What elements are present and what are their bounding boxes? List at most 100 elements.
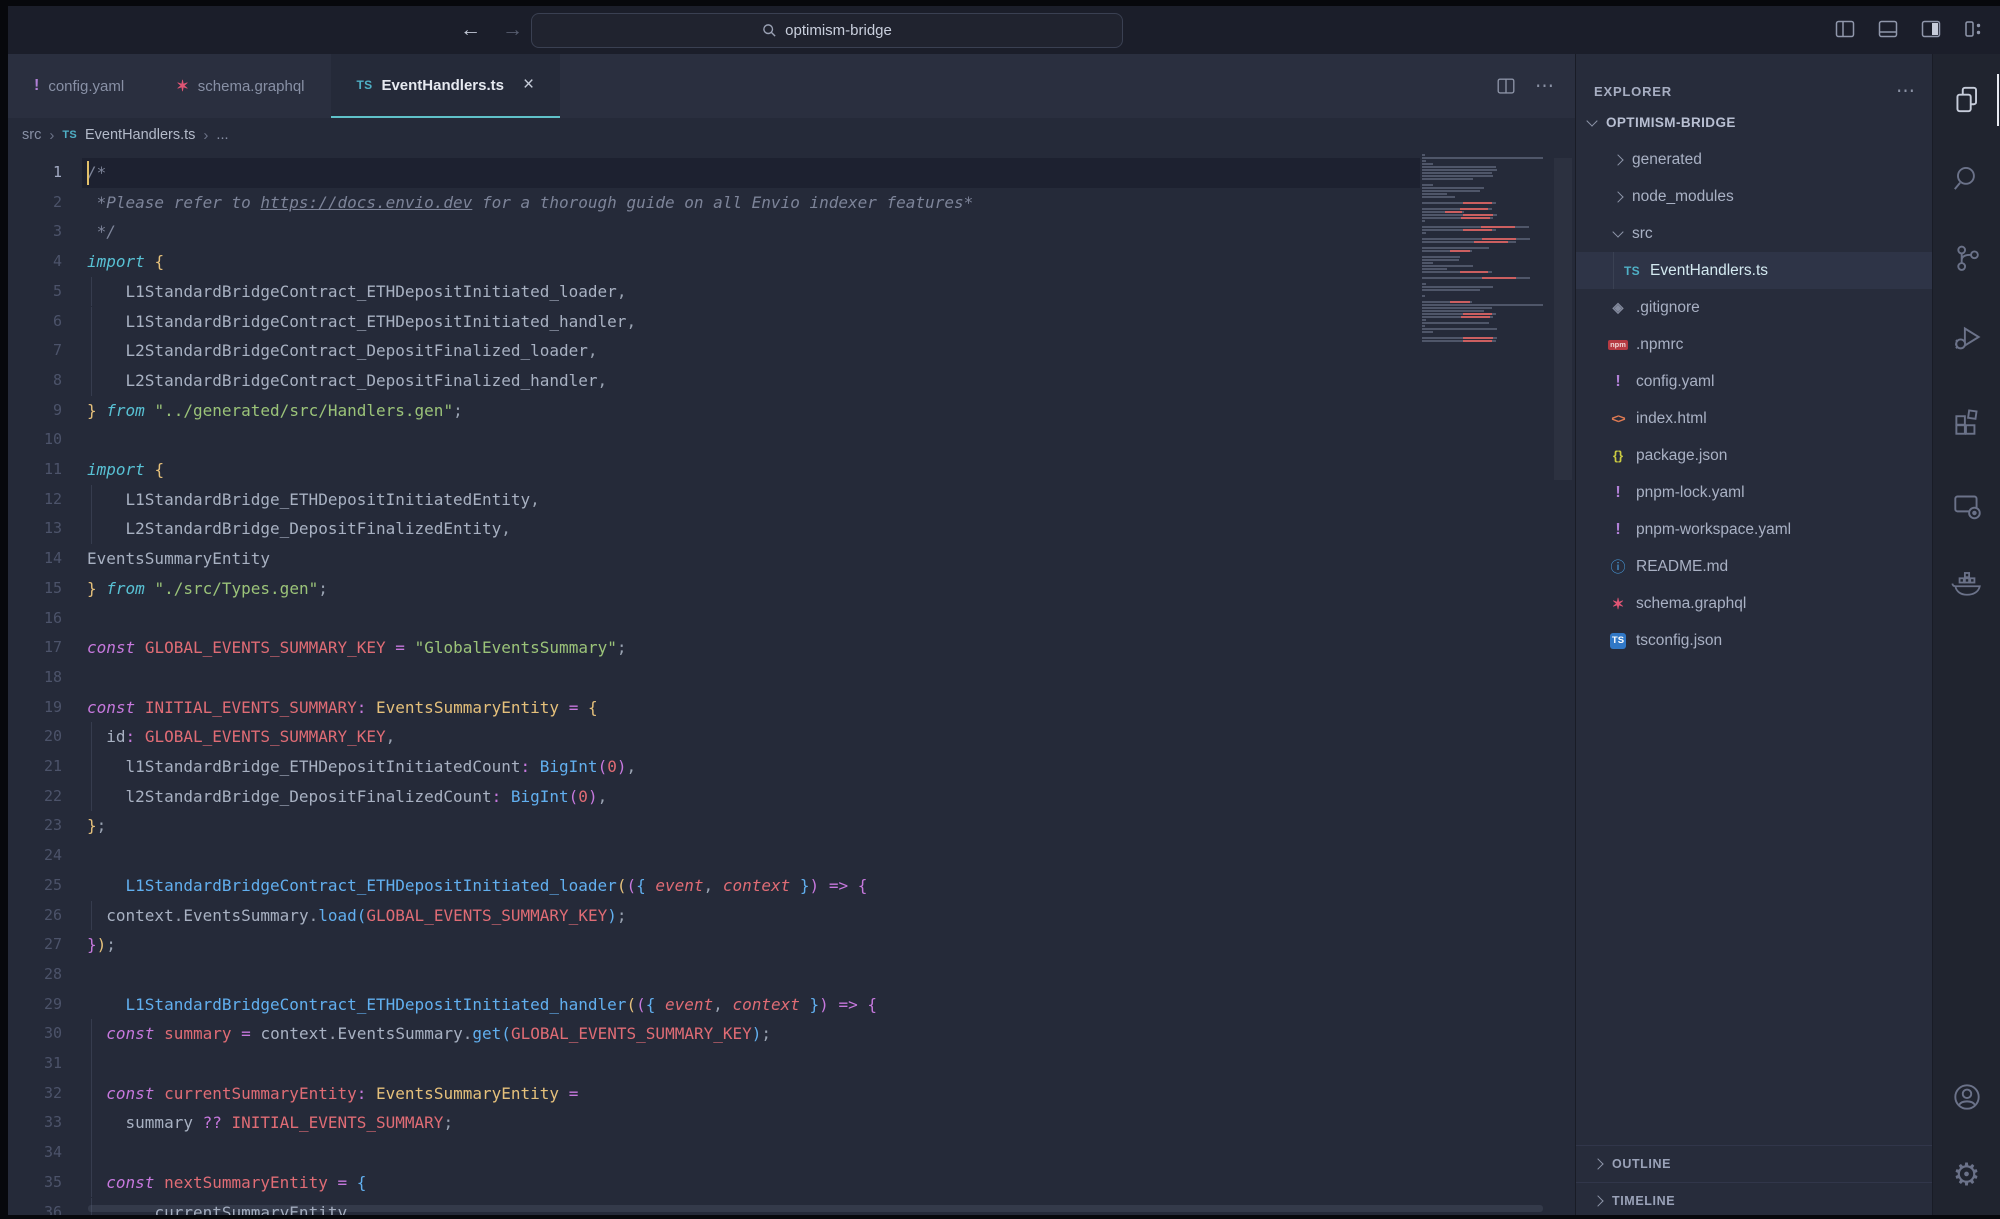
code-line[interactable]: 12 L1StandardBridge_ETHDepositInitiatedE… xyxy=(8,485,1420,515)
tab-label: schema.graphql xyxy=(198,78,305,95)
code-line[interactable]: 13 L2StandardBridge_DepositFinalizedEnti… xyxy=(8,514,1420,544)
line-number: 16 xyxy=(8,604,62,634)
code-line[interactable]: 11import { xyxy=(8,455,1420,485)
run-debug-icon[interactable] xyxy=(1950,320,1984,354)
code-line[interactable]: 20 id: GLOBAL_EVENTS_SUMMARY_KEY, xyxy=(8,722,1420,752)
code-line[interactable]: 14EventsSummaryEntity xyxy=(8,544,1420,574)
toggle-panel-icon[interactable] xyxy=(1876,17,1900,41)
code-line[interactable]: 27}); xyxy=(8,930,1420,960)
tree-indent-guide xyxy=(1613,252,1614,289)
code-line[interactable]: 3 */ xyxy=(8,217,1420,247)
tree-item-pnpm-lock.yaml[interactable]: !pnpm-lock.yaml xyxy=(1576,474,1932,511)
remote-explorer-icon[interactable] xyxy=(1950,488,1984,522)
outline-section-header[interactable]: OUTLINE xyxy=(1576,1145,1932,1182)
explorer-icon[interactable] xyxy=(1950,83,1984,117)
navigate-back-icon[interactable]: ← xyxy=(460,17,481,43)
code-line[interactable]: 25 L1StandardBridgeContract_ETHDepositIn… xyxy=(8,871,1420,901)
code-line[interactable]: 7 L2StandardBridgeContract_DepositFinali… xyxy=(8,336,1420,366)
source-control-icon[interactable] xyxy=(1950,241,1984,275)
breadcrumb-item[interactable]: EventHandlers.ts xyxy=(85,127,195,143)
tree-item-label: pnpm-workspace.yaml xyxy=(1636,521,1791,539)
tree-item-generated[interactable]: generated xyxy=(1576,141,1932,178)
close-tab-icon[interactable]: × xyxy=(523,74,534,96)
code-line[interactable]: 16 xyxy=(8,604,1420,634)
customize-layout-icon[interactable] xyxy=(1962,17,1986,41)
code-text: const nextSummaryEntity = { xyxy=(87,1168,366,1198)
yaml-warning-icon: ! xyxy=(1615,484,1620,502)
tab-schema.graphql[interactable]: ✶schema.graphql xyxy=(150,54,330,118)
search-icon[interactable] xyxy=(1950,161,1984,195)
code-line[interactable]: 15} from "./src/Types.gen"; xyxy=(8,574,1420,604)
settings-gear-icon[interactable]: ⚙ xyxy=(1953,1158,1981,1192)
vertical-scrollbar[interactable] xyxy=(1554,158,1572,480)
code-line[interactable]: 17const GLOBAL_EVENTS_SUMMARY_KEY = "Glo… xyxy=(8,633,1420,663)
tree-item-.npmrc[interactable]: npm.npmrc xyxy=(1576,326,1932,363)
account-icon[interactable] xyxy=(1950,1080,1984,1114)
yaml-warning-icon: ! xyxy=(1615,521,1620,539)
command-center-search[interactable]: optimism-bridge xyxy=(531,13,1123,48)
docker-icon[interactable] xyxy=(1950,565,1984,599)
code-text: L1StandardBridgeContract_ETHDepositIniti… xyxy=(87,871,867,901)
code-line[interactable]: 1/* xyxy=(8,158,1420,188)
tree-item-pnpm-workspace.yaml[interactable]: ! pnpm-workspace.yaml xyxy=(1576,511,1932,548)
navigate-forward-icon[interactable]: → xyxy=(502,17,523,43)
breadcrumb-item[interactable]: ... xyxy=(216,127,228,143)
minimap[interactable] xyxy=(1420,152,1554,352)
more-actions-icon[interactable]: ⋯ xyxy=(1535,75,1555,98)
tree-item-config.yaml[interactable]: !config.yaml xyxy=(1576,363,1932,400)
explorer-more-actions-icon[interactable]: ⋯ xyxy=(1896,80,1916,103)
code-line[interactable]: 8 L2StandardBridgeContract_DepositFinali… xyxy=(8,366,1420,396)
code-line[interactable]: 18 xyxy=(8,663,1420,693)
tree-item-EventHandlers.ts[interactable]: TSEventHandlers.ts xyxy=(1576,252,1932,289)
timeline-section-header[interactable]: TIMELINE xyxy=(1576,1182,1932,1219)
breadcrumb-item[interactable]: src xyxy=(22,127,41,143)
gitignore-icon: ◈ xyxy=(1613,299,1624,316)
line-number: 26 xyxy=(8,901,62,931)
code-line[interactable]: 2 *Please refer to https://docs.envio.de… xyxy=(8,188,1420,218)
code-line[interactable]: 35 const nextSummaryEntity = { xyxy=(8,1168,1420,1198)
code-line[interactable]: 33 summary ?? INITIAL_EVENTS_SUMMARY; xyxy=(8,1108,1420,1138)
tree-item-README.md[interactable]: ⓘREADME.md xyxy=(1576,548,1932,585)
tree-item-src[interactable]: src xyxy=(1576,215,1932,252)
code-line[interactable]: 9} from "../generated/src/Handlers.gen"; xyxy=(8,396,1420,426)
tree-item-index.html[interactable]: <>index.html xyxy=(1576,400,1932,437)
code-line[interactable]: 34 xyxy=(8,1138,1420,1168)
code-line[interactable]: 4import { xyxy=(8,247,1420,277)
code-line[interactable]: 30 const summary = context.EventsSummary… xyxy=(8,1019,1420,1049)
tree-item-node_modules[interactable]: node_modules xyxy=(1576,178,1932,215)
code-text: } from "../generated/src/Handlers.gen"; xyxy=(87,396,463,426)
toggle-primary-sidebar-icon[interactable] xyxy=(1833,17,1857,41)
extensions-icon[interactable] xyxy=(1950,404,1984,438)
code-text: L1StandardBridgeContract_ETHDepositIniti… xyxy=(87,990,877,1020)
code-line[interactable]: 32 const currentSummaryEntity: EventsSum… xyxy=(8,1079,1420,1109)
tree-item-package.json[interactable]: {}package.json xyxy=(1576,437,1932,474)
tree-item-.gitignore[interactable]: ◈ .gitignore xyxy=(1576,289,1932,326)
code-line[interactable]: 22 l2StandardBridge_DepositFinalizedCoun… xyxy=(8,782,1420,812)
line-number: 35 xyxy=(8,1168,62,1198)
code-line[interactable]: 26 context.EventsSummary.load(GLOBAL_EVE… xyxy=(8,901,1420,931)
toggle-secondary-sidebar-icon[interactable] xyxy=(1919,17,1943,41)
horizontal-scrollbar[interactable] xyxy=(88,1205,1543,1212)
code-line[interactable]: 5 L1StandardBridgeContract_ETHDepositIni… xyxy=(8,277,1420,307)
tree-item-tsconfig.json[interactable]: TStsconfig.json xyxy=(1576,622,1932,659)
code-line[interactable]: 19const INITIAL_EVENTS_SUMMARY: EventsSu… xyxy=(8,693,1420,723)
code-line[interactable]: 28 xyxy=(8,960,1420,990)
tab-EventHandlers.ts[interactable]: TSEventHandlers.ts× xyxy=(331,54,561,118)
tree-item-OPTIMISM-BRIDGE[interactable]: OPTIMISM-BRIDGE xyxy=(1576,104,1932,141)
split-editor-icon[interactable] xyxy=(1495,75,1517,97)
code-line[interactable]: 29 L1StandardBridgeContract_ETHDepositIn… xyxy=(8,990,1420,1020)
tab-config.yaml[interactable]: !config.yaml xyxy=(8,54,150,118)
code-line[interactable]: 24 xyxy=(8,841,1420,871)
code-line[interactable]: 31 xyxy=(8,1049,1420,1079)
code-editor[interactable]: 1/*2 *Please refer to https://docs.envio… xyxy=(8,152,1575,1215)
code-text: L2StandardBridge_DepositFinalizedEntity, xyxy=(87,514,511,544)
code-line[interactable]: 21 l1StandardBridge_ETHDepositInitiatedC… xyxy=(8,752,1420,782)
tree-item-schema.graphql[interactable]: ✶schema.graphql xyxy=(1576,585,1932,622)
code-line[interactable]: 23}; xyxy=(8,811,1420,841)
active-view-indicator xyxy=(1997,74,2000,126)
line-number: 28 xyxy=(8,960,62,990)
code-text: L1StandardBridge_ETHDepositInitiatedEnti… xyxy=(87,485,540,515)
code-line[interactable]: 6 L1StandardBridgeContract_ETHDepositIni… xyxy=(8,307,1420,337)
code-line[interactable]: 10 xyxy=(8,425,1420,455)
tree-item-label: .gitignore xyxy=(1636,299,1700,317)
